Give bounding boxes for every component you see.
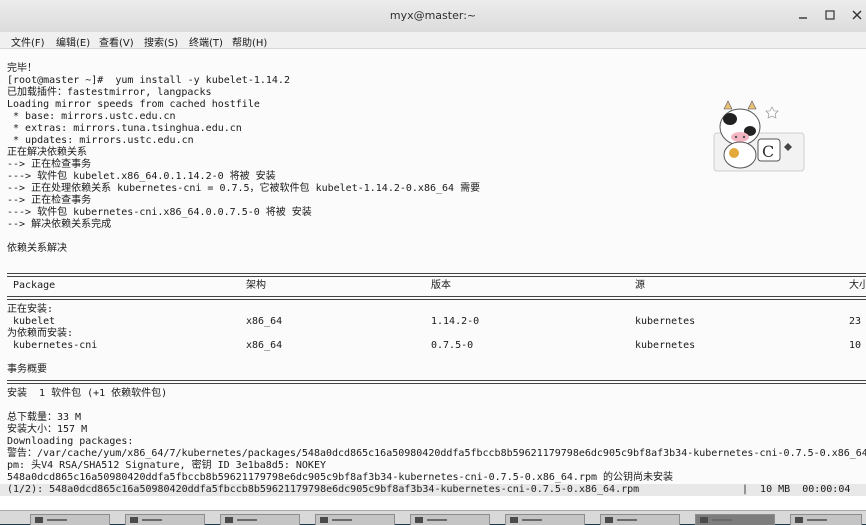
terminal-line: * extras: mirrors.tuna.tsinghua.edu.cn	[7, 123, 242, 134]
taskbar-item-label	[617, 519, 637, 521]
taskbar-item-label	[712, 519, 732, 521]
window-icon	[510, 517, 518, 523]
maximize-icon[interactable]	[823, 8, 837, 22]
taskbar-item[interactable]	[505, 514, 585, 525]
progress-stats: | 10 MB 00:00:04	[742, 484, 851, 495]
terminal-line: 已加载插件：fastestmirror, langpacks	[7, 87, 212, 98]
taskbar-item-label	[807, 519, 827, 521]
cow-mascot-icon: C	[712, 99, 807, 174]
terminal-line: 安装大小：157 M	[7, 424, 88, 435]
download-progress: (1/2): 548a0dcd865c16a50980420ddfa5fbccb…	[0, 484, 866, 496]
taskbar-item[interactable]	[220, 514, 300, 525]
table-cell-size: 23	[849, 316, 862, 327]
table-cell-version: 1.14.2-0	[431, 316, 480, 327]
terminal-line: --> 正在检查事务	[7, 195, 92, 206]
table-header-arch: 架构	[246, 280, 266, 291]
terminal-line: --> 正在处理依赖关系 kubernetes-cni = 0.7.5，它被软件…	[7, 183, 481, 194]
table-cell-repo: kubernetes	[635, 340, 696, 351]
terminal-line: 总下载量：33 M	[7, 412, 82, 423]
close-icon[interactable]	[850, 8, 864, 22]
table-cell-arch: x86_64	[246, 316, 283, 327]
table-cell-arch: x86_64	[246, 340, 283, 351]
table-cell-package: kubelet	[7, 316, 56, 327]
terminal-line: --> 解决依赖关系完成	[7, 219, 112, 230]
terminal-output[interactable]: 完毕！ [root@master ~]# yum install -y kube…	[0, 49, 866, 494]
window-title: myx@master:~	[389, 9, 477, 22]
taskbar-item-label	[332, 519, 352, 521]
table-section-install: 正在安装:	[7, 304, 54, 315]
taskbar	[0, 510, 866, 525]
summary-line: 安装 1 软件包 (+1 依赖软件包)	[7, 388, 168, 399]
terminal-line: * base: mirrors.ustc.edu.cn	[7, 111, 176, 122]
window-icon	[700, 517, 708, 523]
taskbar-item[interactable]	[125, 514, 205, 525]
taskbar-item-label	[142, 519, 162, 521]
taskbar-item-label	[47, 519, 67, 521]
table-header-version: 版本	[431, 280, 451, 291]
terminal-line: 完毕！	[7, 63, 37, 74]
taskbar-item[interactable]	[30, 514, 110, 525]
terminal-line: [root@master ~]# yum install -y kubelet-…	[7, 75, 290, 86]
window-icon	[415, 517, 423, 523]
terminal-line: Loading mirror speeds from cached hostfi…	[7, 99, 260, 110]
menu-terminal[interactable]: 终端(T)	[189, 34, 223, 49]
svg-text:C: C	[762, 142, 774, 161]
terminal-line: 548a0dcd865c16a50980420ddfa5fbccb8b59621…	[7, 472, 674, 483]
title-bar[interactable]: myx@master:~	[0, 0, 866, 33]
window-icon	[130, 517, 138, 523]
terminal-line: 正在解决依赖关系	[7, 147, 87, 158]
table-header-repo: 源	[635, 280, 645, 291]
terminal-line: Downloading packages:	[7, 436, 134, 447]
taskbar-item-label	[237, 519, 257, 521]
table-cell-version: 0.7.5-0	[431, 340, 474, 351]
terminal-line: pm: 头V4 RSA/SHA512 Signature, 密钥 ID 3e1b…	[7, 460, 326, 471]
window-icon	[605, 517, 613, 523]
table-cell-size: 10	[849, 340, 862, 351]
table-cell-repo: kubernetes	[635, 316, 696, 327]
table-section-deps: 为依赖而安装:	[7, 328, 74, 339]
terminal-line: 警告：/var/cache/yum/x86_64/7/kubernetes/pa…	[7, 448, 866, 459]
menu-edit[interactable]: 编辑(E)	[56, 34, 90, 49]
menu-bar: 文件(F) 编辑(E) 查看(V) 搜索(S) 终端(T) 帮助(H)	[0, 32, 866, 49]
menu-view[interactable]: 查看(V)	[99, 34, 134, 49]
table-divider	[7, 273, 866, 277]
table-divider	[7, 296, 866, 300]
taskbar-item[interactable]	[790, 514, 862, 525]
table-header-package: Package	[13, 280, 56, 291]
menu-help[interactable]: 帮助(H)	[232, 34, 267, 49]
progress-text: (1/2): 548a0dcd865c16a50980420ddfa5fbccb…	[7, 484, 640, 495]
terminal-line: ---> 软件包 kubernetes-cni.x86_64.0.0.7.5-0…	[7, 207, 312, 218]
window-icon	[320, 517, 328, 523]
window-icon	[35, 517, 43, 523]
table-divider	[7, 380, 866, 384]
table-header-size: 大小	[849, 280, 866, 291]
window-icon	[795, 517, 803, 523]
terminal-line: 依赖关系解决	[7, 243, 67, 254]
summary-title: 事务概要	[7, 364, 47, 375]
taskbar-item-label	[427, 519, 447, 521]
taskbar-item[interactable]	[410, 514, 490, 525]
table-cell-package: kubernetes-cni	[7, 340, 98, 351]
taskbar-item-label	[522, 519, 542, 521]
menu-file[interactable]: 文件(F)	[11, 34, 45, 49]
terminal-line: * updates: mirrors.ustc.edu.cn	[7, 135, 194, 146]
window-icon	[225, 517, 233, 523]
taskbar-item[interactable]	[600, 514, 680, 525]
taskbar-item[interactable]	[315, 514, 395, 525]
terminal-line: --> 正在检查事务	[7, 159, 92, 170]
terminal-window: myx@master:~ 文件(F) 编辑(E) 查看(V) 搜索(S) 终端(…	[0, 0, 866, 514]
menu-search[interactable]: 搜索(S)	[144, 34, 178, 49]
terminal-line: ---> 软件包 kubelet.x86_64.0.1.14.2-0 将被 安装	[7, 171, 276, 182]
minimize-icon[interactable]	[796, 8, 810, 22]
taskbar-item-active[interactable]	[695, 514, 775, 525]
